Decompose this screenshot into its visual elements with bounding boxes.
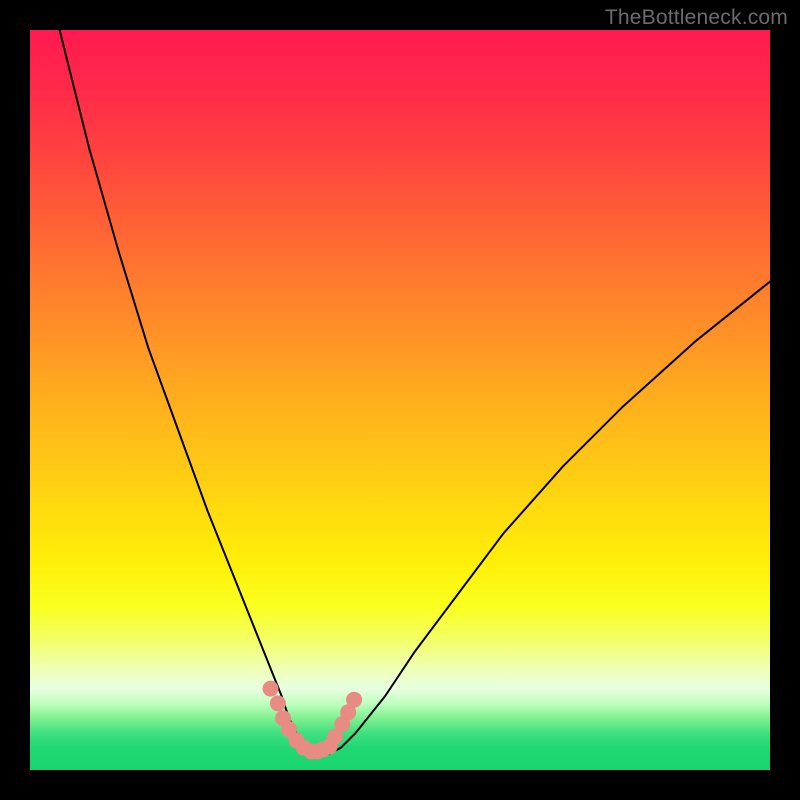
watermark-text: TheBottleneck.com	[605, 6, 788, 30]
plot-area	[30, 30, 770, 770]
chart-frame: TheBottleneck.com	[0, 0, 800, 800]
highlight-markers	[30, 30, 770, 770]
